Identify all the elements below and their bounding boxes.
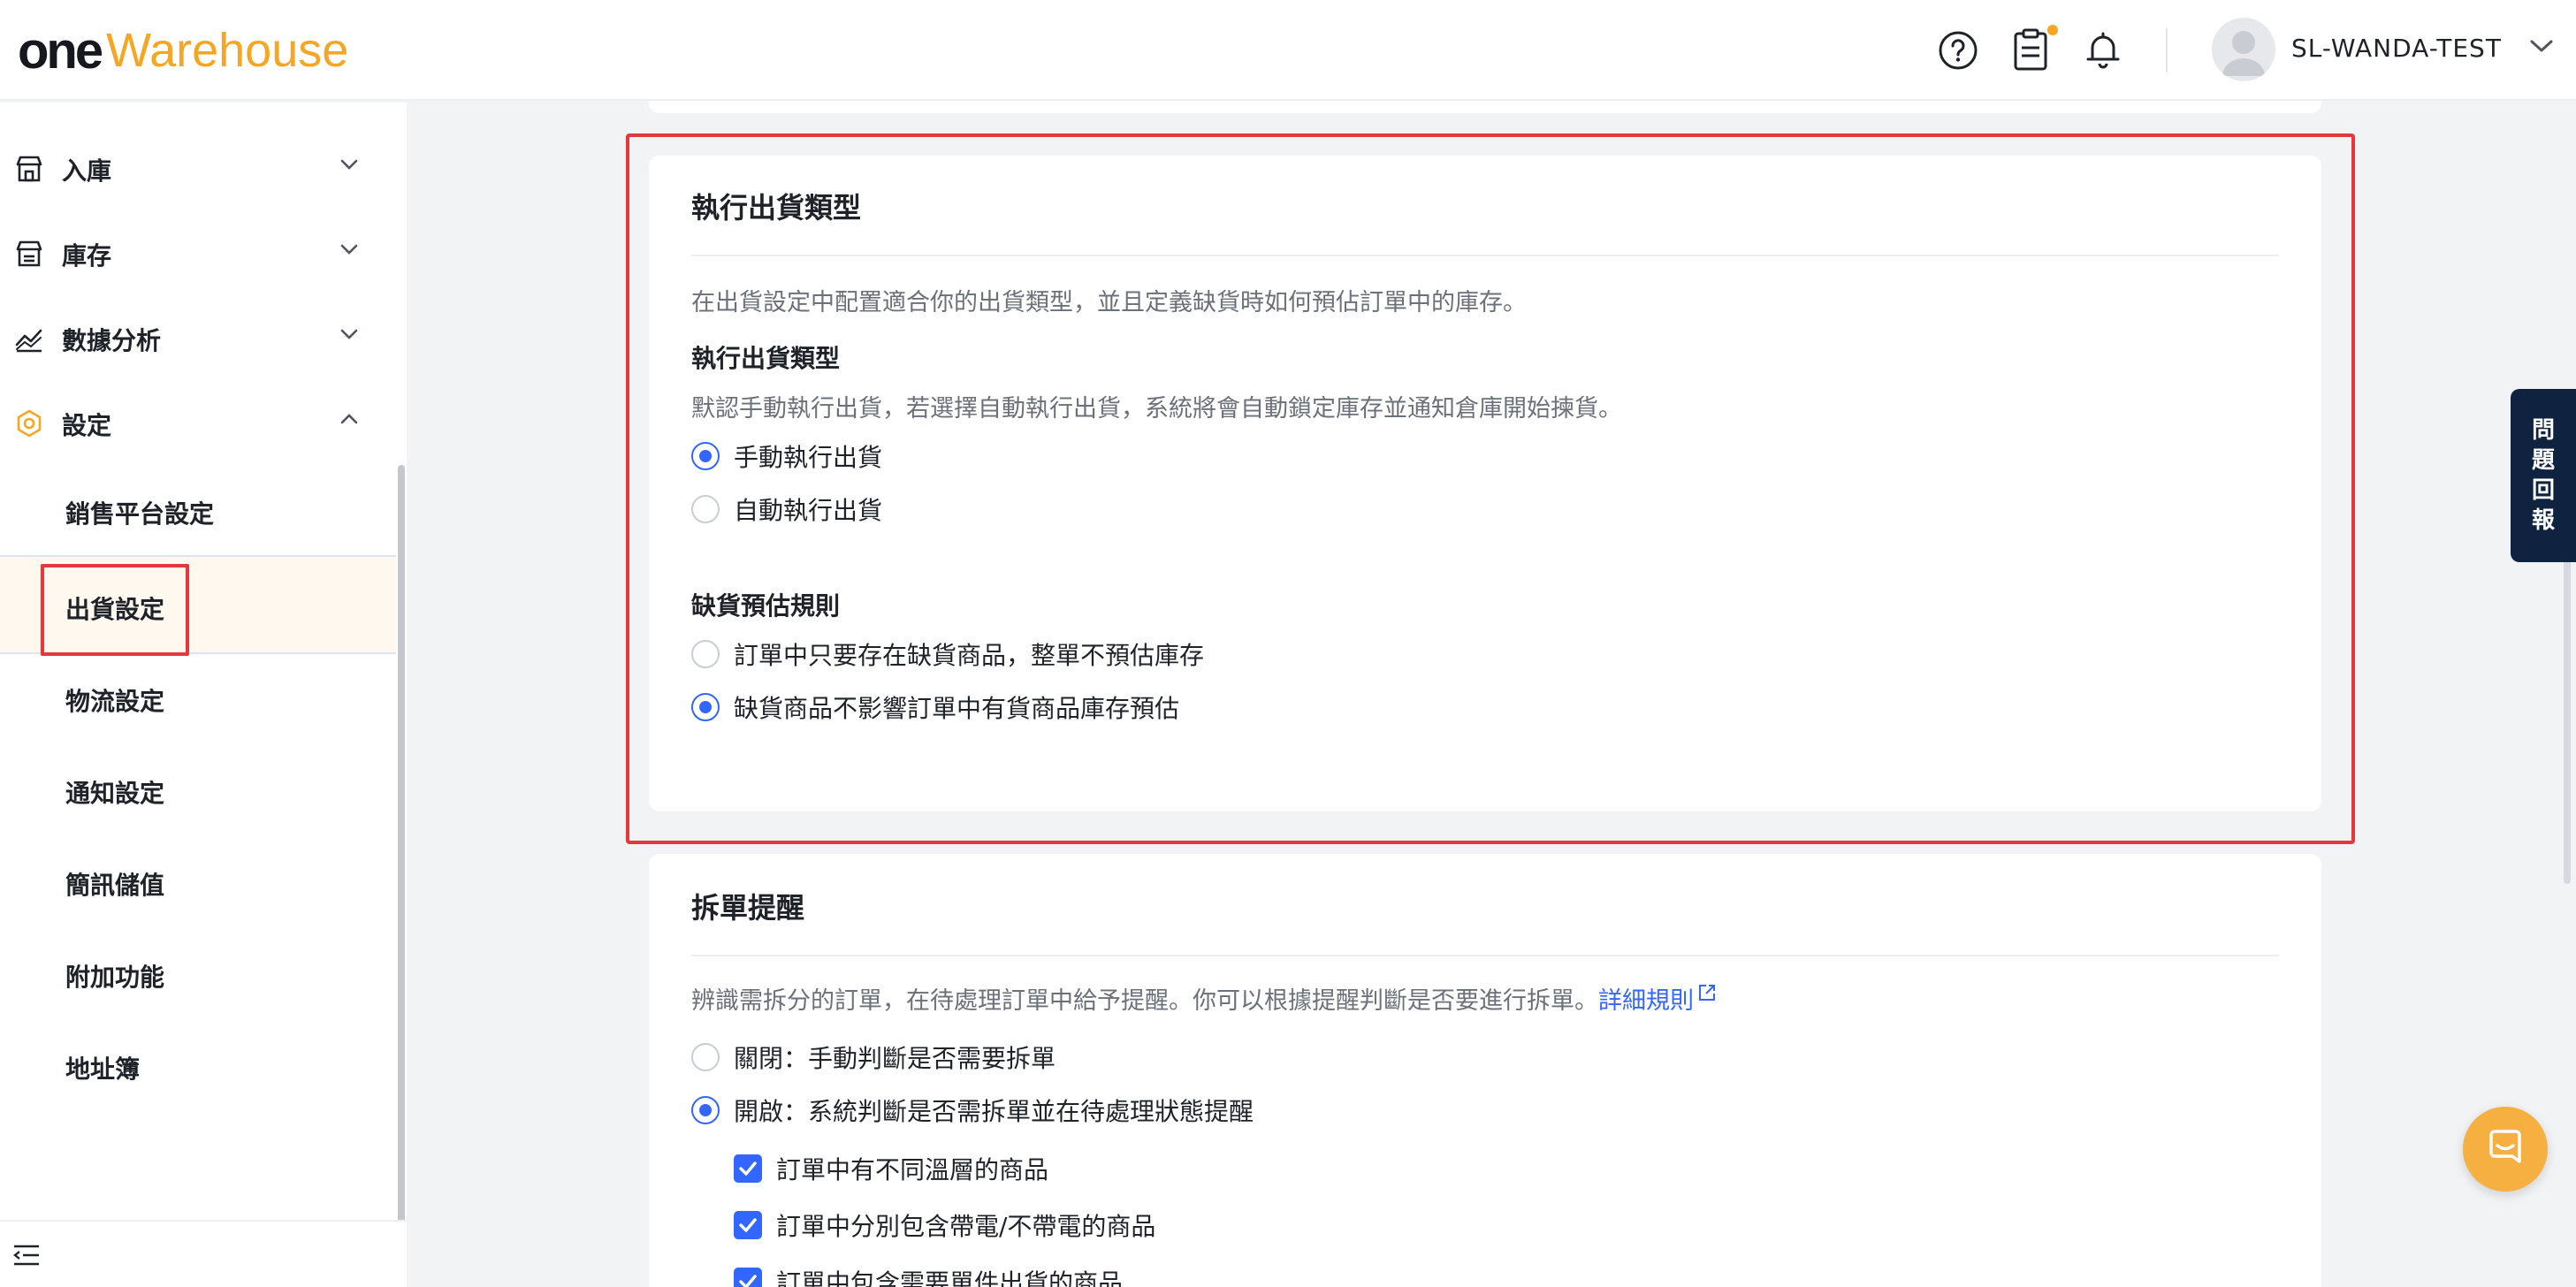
chevron-down-icon — [339, 242, 359, 259]
sidebar-item-sms-topup[interactable]: 簡訊儲值 — [0, 840, 396, 925]
sidebar-item-shipment-settings[interactable]: 出貨設定 — [0, 555, 396, 656]
card-title: 拆單提醒 — [691, 891, 805, 925]
feedback-char: 問 — [2531, 417, 2555, 444]
feedback-tab[interactable]: 問 題 回 報 — [2511, 389, 2576, 562]
sidebar-item-label: 銷售平台設定 — [65, 499, 215, 529]
sidebar-group-label: 庫存 — [62, 241, 112, 270]
content-scrollbar[interactable] — [2564, 513, 2571, 884]
description-text: 辨識需拆分的訂單，在待處理訂單中給予提醒。你可以根據提醒判斷是否要進行拆單。 — [691, 987, 1598, 1015]
sidebar-item-address-book[interactable]: 地址簿 — [0, 1024, 396, 1108]
radio-unselected[interactable] — [691, 1043, 720, 1071]
highlight-box — [41, 564, 189, 656]
radio-label: 開啟：系統判斷是否需拆單並在待處理狀態提醒 — [734, 1097, 1254, 1126]
sidebar-item-label: 地址簿 — [65, 1055, 141, 1084]
sidebar-group-settings[interactable]: 設定 — [0, 387, 389, 458]
sidebar-item-label: 物流設定 — [65, 687, 165, 716]
chevron-down-icon — [339, 327, 359, 344]
checkbox-label: 訂單中有不同溫層的商品 — [776, 1155, 1049, 1184]
checkbox-checked[interactable] — [734, 1268, 762, 1287]
sidebar-scrollbar[interactable] — [398, 465, 405, 1287]
card-divider — [691, 955, 2279, 956]
chevron-down-icon — [339, 157, 359, 174]
checkbox-single-shipment[interactable]: 訂單中包含需要單件出貨的商品 — [734, 1264, 1123, 1287]
store-icon — [14, 154, 44, 184]
avatar[interactable] — [2212, 18, 2275, 81]
checkbox-label: 訂單中分別包含帶電/不帶電的商品 — [776, 1212, 1156, 1241]
sidebar-item-addons[interactable]: 附加功能 — [0, 932, 396, 1017]
split-reminder-card: 拆單提醒 辨識需拆分的訂單，在待處理訂單中給予提醒。你可以根據提醒判斷是否要進行… — [649, 854, 2321, 1287]
sidebar-item-label: 簡訊儲值 — [65, 871, 165, 900]
checkbox-temperature-zones[interactable]: 訂單中有不同溫層的商品 — [734, 1151, 1048, 1186]
sidebar-item-label: 通知設定 — [65, 779, 165, 808]
collapse-menu-icon[interactable] — [12, 1243, 41, 1271]
sidebar-footer — [0, 1220, 407, 1287]
external-link-icon[interactable] — [1697, 981, 1717, 1009]
hexagon-settings-icon — [14, 408, 44, 438]
radio-split-off[interactable]: 關閉：手動判斷是否需要拆單 — [691, 1040, 1056, 1075]
bell-icon[interactable] — [2081, 28, 2125, 72]
radio-split-on[interactable]: 開啟：系統判斷是否需拆單並在待處理狀態提醒 — [691, 1093, 1254, 1128]
sidebar-group-label: 設定 — [62, 411, 112, 440]
app-logo[interactable]: one Warehouse — [18, 19, 348, 81]
checkbox-checked[interactable] — [734, 1211, 762, 1239]
sidebar: 入庫 庫存 數據分析 設定 銷售平台設定 出貨設定 物流設定 通知設定 簡訊儲值… — [0, 103, 407, 1287]
sidebar-item-label: 附加功能 — [65, 963, 165, 992]
sidebar-item-notifications[interactable]: 通知設定 — [0, 748, 396, 833]
sidebar-item-sales-platform[interactable]: 銷售平台設定 — [0, 468, 396, 553]
logo-one-text: one — [18, 21, 103, 80]
feedback-char: 報 — [2531, 507, 2555, 534]
sidebar-group-label: 入庫 — [62, 156, 112, 186]
username[interactable]: SL-WANDA-TEST — [2291, 34, 2502, 63]
warehouse-icon — [14, 239, 44, 269]
sidebar-group-analytics[interactable]: 數據分析 — [0, 302, 389, 373]
previous-card-bottom — [649, 101, 2321, 113]
radio-selected[interactable] — [691, 1096, 720, 1124]
notification-dot — [2047, 25, 2058, 35]
card-description: 辨識需拆分的訂單，在待處理訂單中給予提醒。你可以根據提醒判斷是否要進行拆單。詳細… — [691, 981, 1717, 1016]
sidebar-group-label: 數據分析 — [62, 326, 162, 355]
top-header: one Warehouse SL-WANDA-TEST — [0, 0, 2576, 101]
checkbox-battery-items[interactable]: 訂單中分別包含帶電/不帶電的商品 — [734, 1207, 1155, 1243]
checkbox-checked[interactable] — [734, 1154, 762, 1183]
highlight-box — [626, 133, 2355, 844]
radio-label: 關閉：手動判斷是否需要拆單 — [734, 1044, 1056, 1073]
sidebar-item-logistics[interactable]: 物流設定 — [0, 656, 396, 741]
sidebar-group-inbound[interactable]: 入庫 — [0, 133, 389, 203]
chevron-down-icon[interactable] — [2528, 37, 2555, 58]
rules-link[interactable]: 詳細規則 — [1598, 987, 1694, 1015]
feedback-char: 回 — [2531, 477, 2555, 504]
chat-button[interactable] — [2463, 1107, 2548, 1192]
clipboard-icon[interactable] — [2008, 25, 2058, 72]
chevron-up-icon — [339, 412, 359, 429]
sidebar-group-inventory[interactable]: 庫存 — [0, 217, 389, 288]
help-circle-icon[interactable] — [1936, 28, 1980, 72]
header-divider — [2166, 28, 2168, 72]
checkbox-label: 訂單中包含需要單件出貨的商品 — [776, 1268, 1124, 1287]
logo-warehouse-text: Warehouse — [106, 24, 349, 77]
chat-icon — [2484, 1126, 2526, 1172]
chart-line-icon — [14, 324, 44, 354]
feedback-char: 題 — [2531, 447, 2555, 474]
